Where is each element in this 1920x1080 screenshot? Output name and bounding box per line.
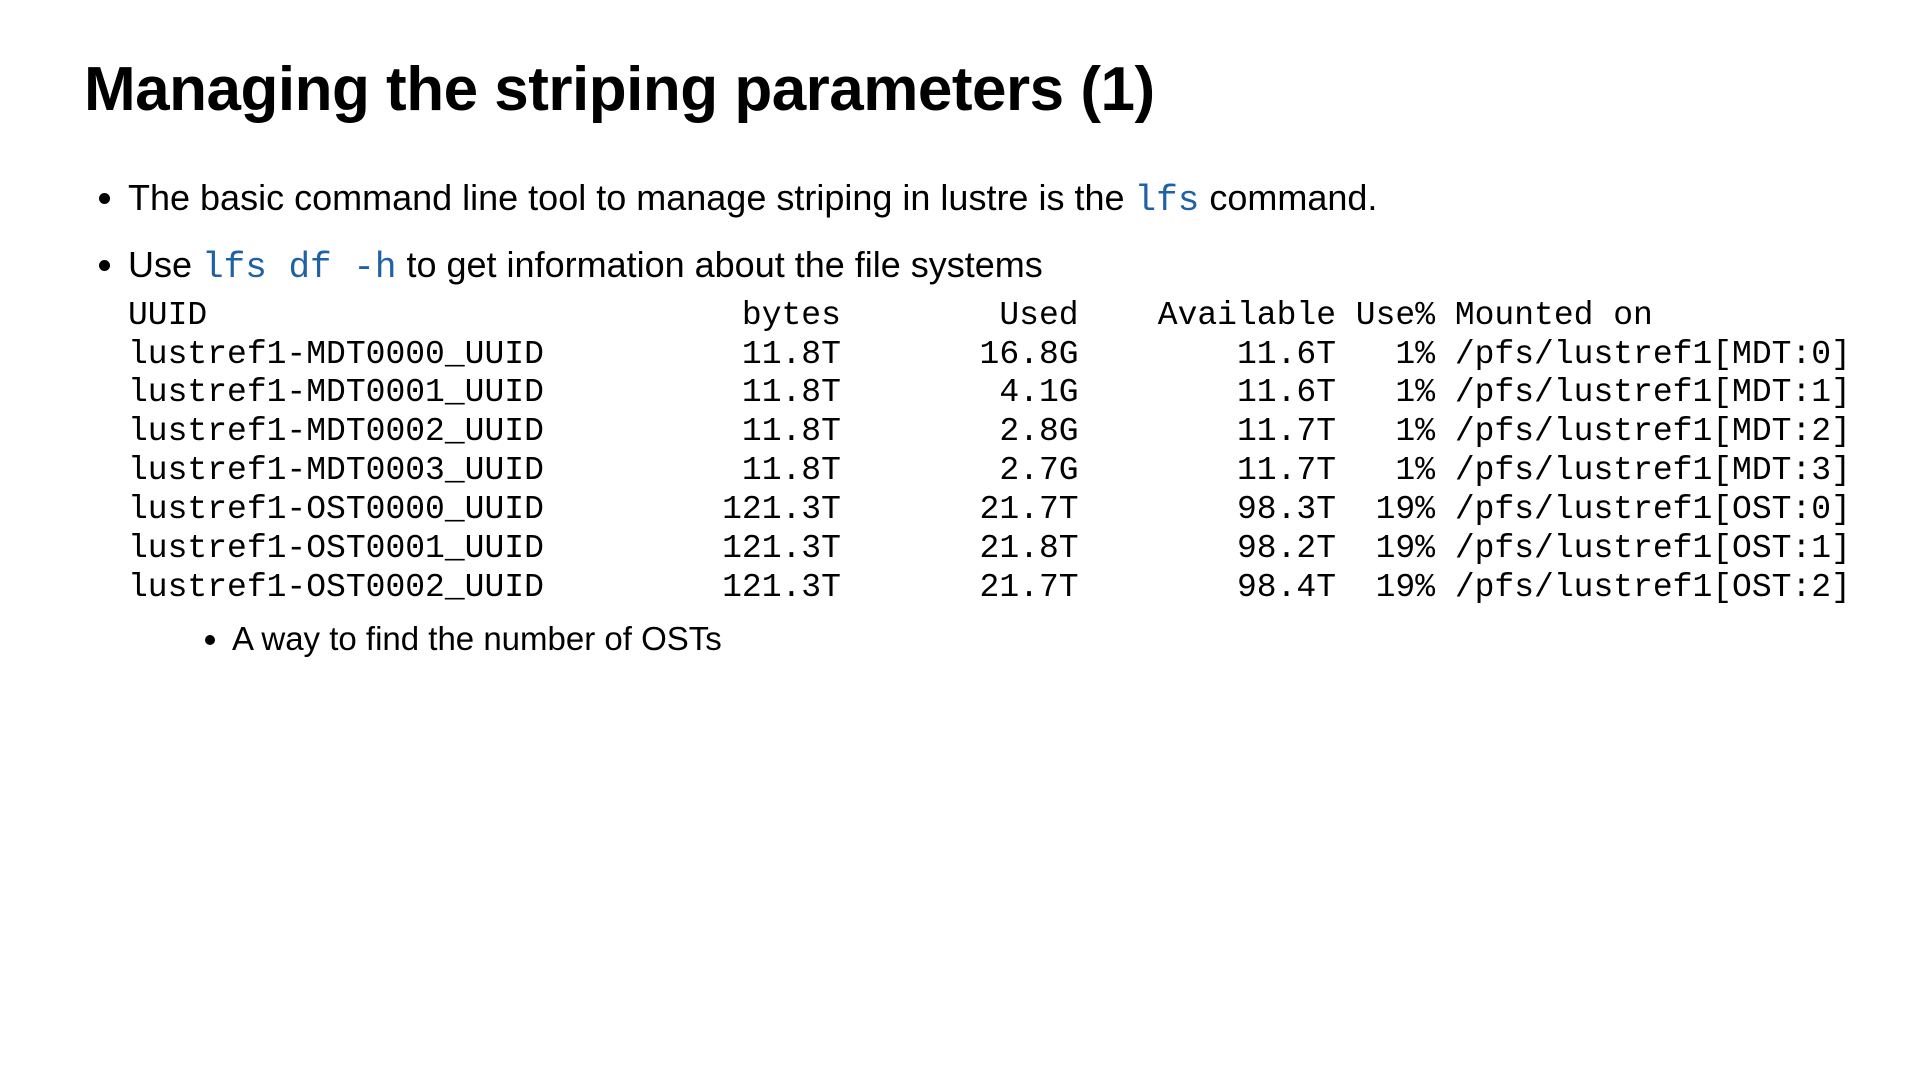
bullet-1-text-post: command.: [1199, 177, 1377, 218]
bullet-list: The basic command line tool to manage st…: [84, 172, 1836, 662]
sub-bullet-list: A way to find the number of OSTs: [128, 616, 1836, 662]
bullet-1-text-pre: The basic command line tool to manage st…: [128, 177, 1135, 218]
bullet-2-text-post: to get information about the file system…: [396, 244, 1042, 285]
bullet-item-1: The basic command line tool to manage st…: [128, 172, 1836, 227]
bullet-1-code: lfs: [1135, 180, 1200, 221]
slide-title: Managing the striping parameters (1): [84, 56, 1836, 124]
sub-bullet-item: A way to find the number of OSTs: [232, 616, 1836, 662]
slide: Managing the striping parameters (1) The…: [0, 0, 1920, 1080]
lfs-df-output: UUID bytes Used Available Use% Mounted o…: [128, 297, 1836, 609]
bullet-item-2: Use lfs df -h to get information about t…: [128, 239, 1836, 662]
bullet-2-text-pre: Use: [128, 244, 202, 285]
bullet-2-code: lfs df -h: [202, 247, 396, 288]
